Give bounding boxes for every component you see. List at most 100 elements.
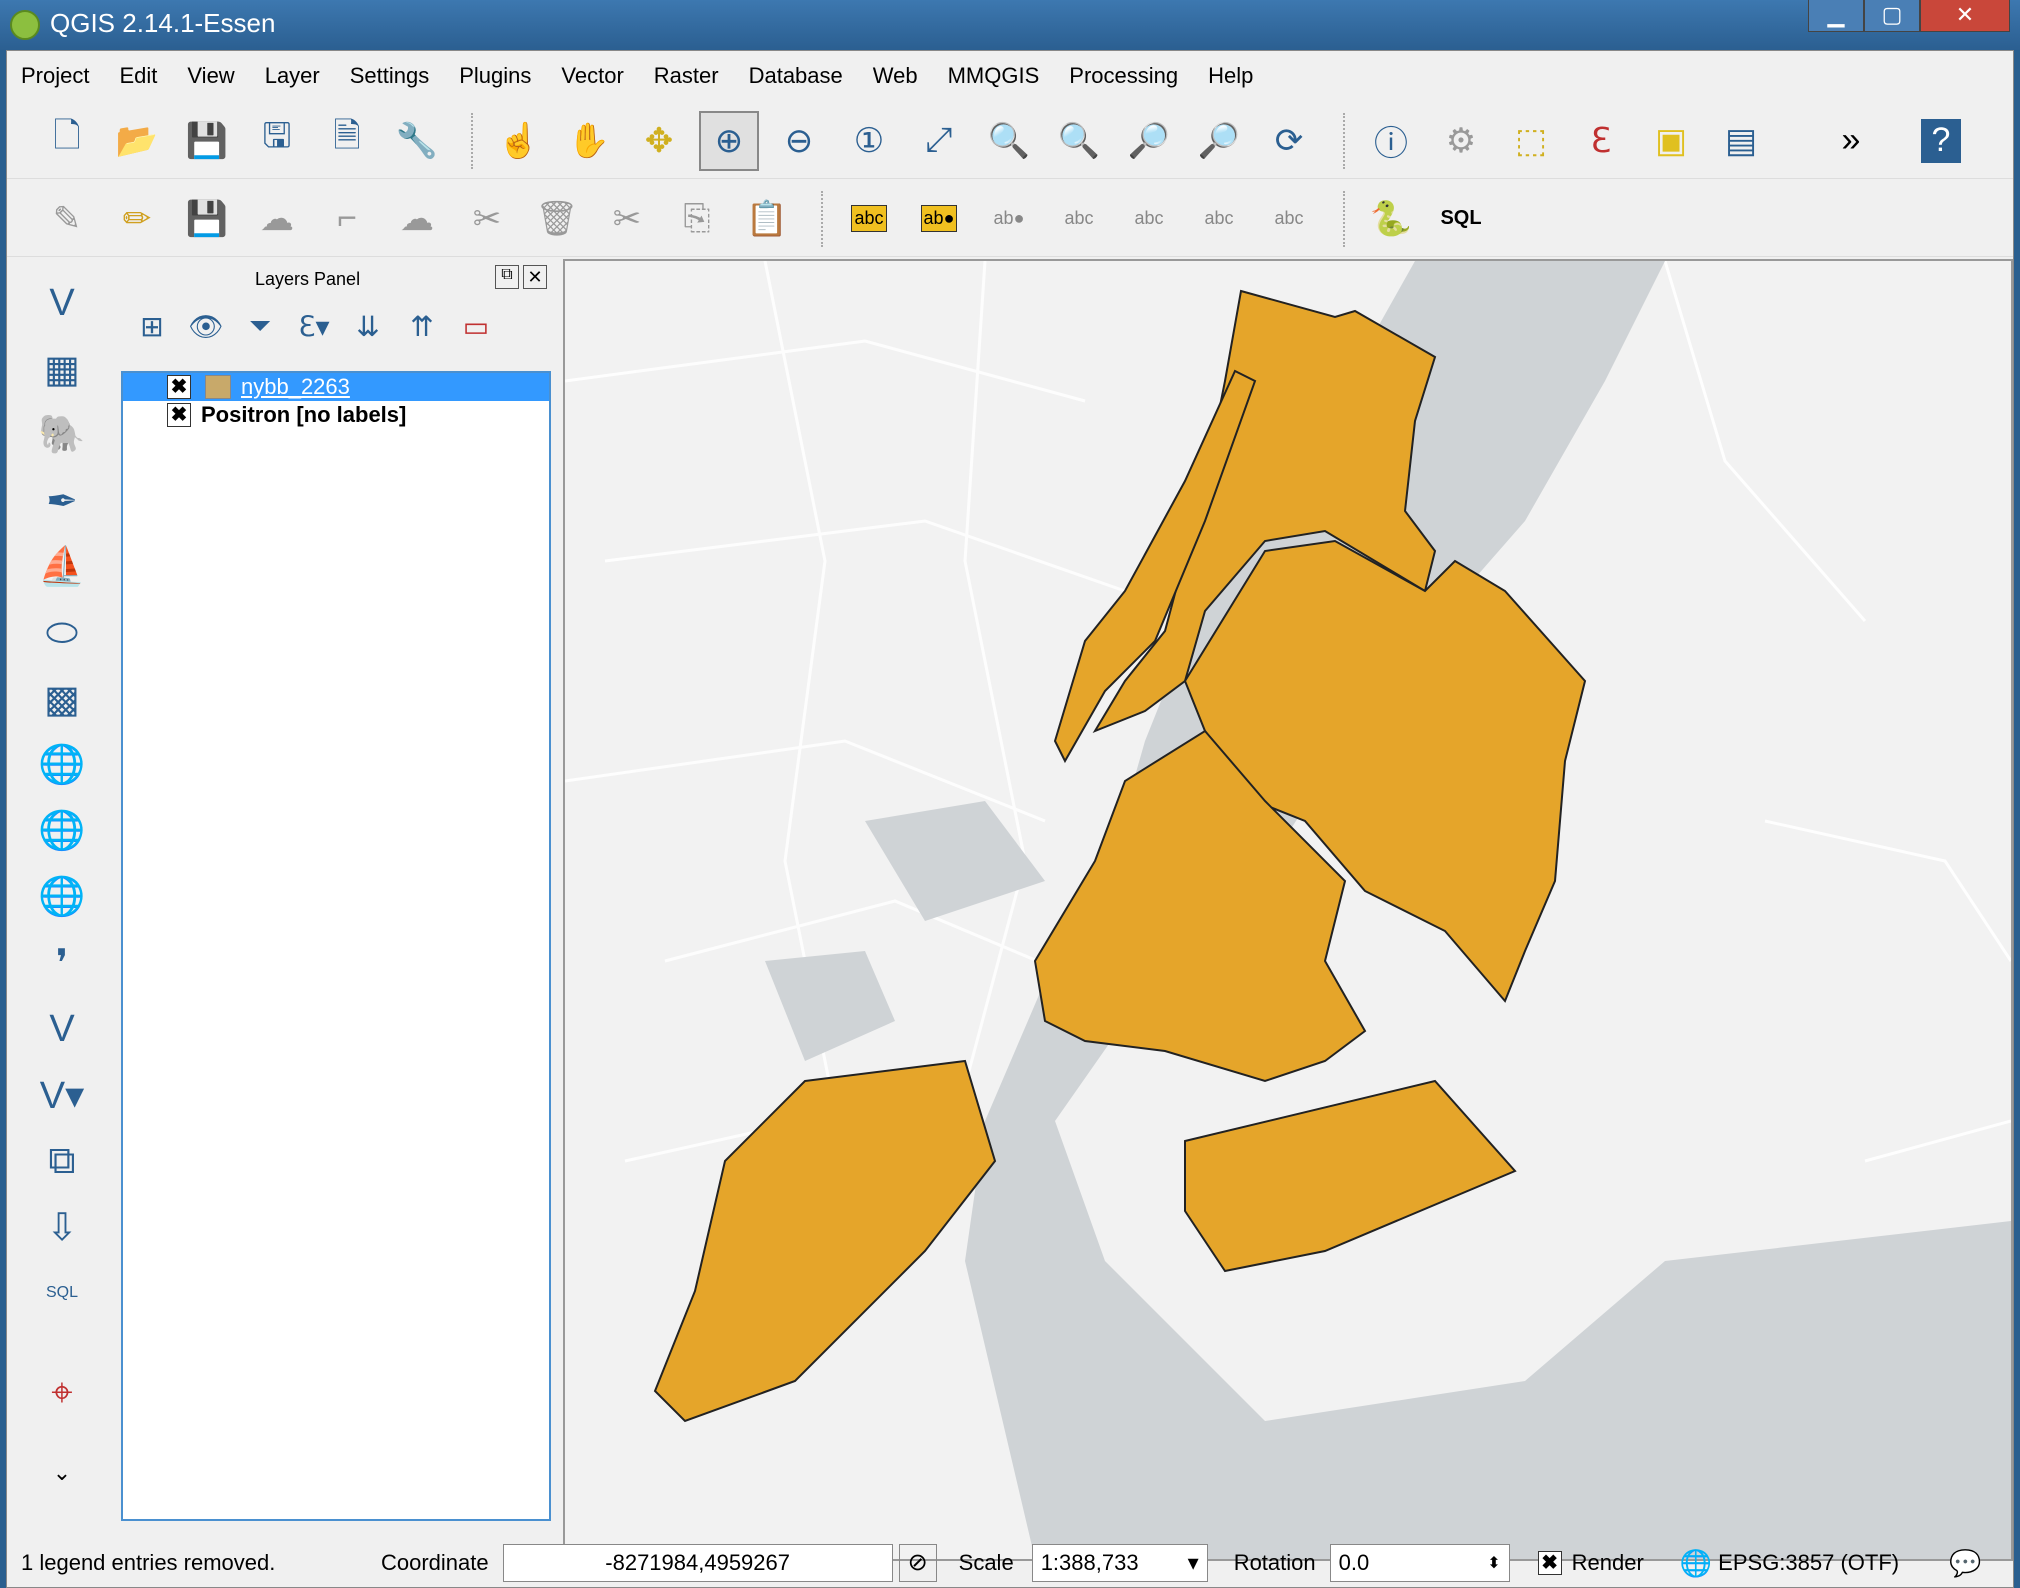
move-feature-icon[interactable]: ☁ xyxy=(387,189,447,249)
add-oracle-layer-icon[interactable]: ⬭ xyxy=(27,603,97,663)
expand-toolbar-icon[interactable]: ⌄ xyxy=(27,1443,97,1503)
filter-expression-icon[interactable]: ℇ▾ xyxy=(287,310,341,343)
menu-processing[interactable]: Processing xyxy=(1069,63,1178,89)
delete-selected-icon[interactable]: 🗑 xyxy=(527,189,587,249)
remove-layer-icon[interactable]: ▭ xyxy=(449,310,503,343)
crs-status[interactable]: EPSG:3857 (OTF) xyxy=(1718,1550,1899,1576)
menu-raster[interactable]: Raster xyxy=(654,63,719,89)
new-shapefile-icon[interactable]: V▾ xyxy=(27,1065,97,1125)
add-wfs-layer-icon[interactable]: 🌐 xyxy=(27,867,97,927)
close-button[interactable]: ✕ xyxy=(1920,0,2010,32)
rotation-spinbox[interactable]: 0.0 ⬍ xyxy=(1329,1544,1510,1582)
add-postgis-layer-icon[interactable]: 🐘 xyxy=(27,405,97,465)
create-layer-icon[interactable]: ⇩ xyxy=(27,1197,97,1257)
add-vector-layer-icon[interactable]: V xyxy=(27,273,97,333)
new-print-composer-icon[interactable]: 🗎 xyxy=(317,111,377,171)
run-action-icon[interactable]: ⚙ xyxy=(1431,111,1491,171)
menu-vector[interactable]: Vector xyxy=(561,63,623,89)
expand-all-icon[interactable]: ⇊ xyxy=(341,310,395,343)
node-edit-icon[interactable]: ✂ xyxy=(457,189,517,249)
coordinate-field[interactable]: -8271984,4959267 xyxy=(502,1544,893,1582)
scale-combo[interactable]: 1:388,733 ▾ xyxy=(1031,1544,1208,1582)
zoom-next-icon[interactable]: 🔎 xyxy=(1189,111,1249,171)
menu-web[interactable]: Web xyxy=(873,63,918,89)
select-by-expression-icon[interactable]: ℇ xyxy=(1571,111,1631,171)
cut-features-icon[interactable]: ✂ xyxy=(597,189,657,249)
label-change-icon[interactable]: abc xyxy=(1259,189,1319,249)
zoom-in-icon[interactable]: ⊕ xyxy=(699,110,759,171)
add-wcs-layer-icon[interactable]: 🌐 xyxy=(27,801,97,861)
pan-to-selection-icon[interactable]: ✥ xyxy=(629,111,689,171)
layer-visibility-checkbox[interactable]: ✖ xyxy=(167,403,191,427)
zoom-full-icon[interactable]: ⤢ xyxy=(909,111,969,171)
add-spatialite-layer-icon[interactable]: ✒ xyxy=(27,471,97,531)
add-wms-layer-icon[interactable]: 🌐 xyxy=(27,735,97,795)
current-edits-icon[interactable]: ✎ xyxy=(37,189,97,249)
menu-view[interactable]: View xyxy=(187,63,234,89)
add-delimited-text-icon[interactable]: ❜ xyxy=(27,933,97,993)
messages-icon[interactable]: 💬 xyxy=(1949,1548,1981,1579)
close-panel-icon[interactable]: ✕ xyxy=(523,265,547,289)
label-tool-icon[interactable]: abc xyxy=(839,189,899,249)
db-manager-sql-icon[interactable]: SQL xyxy=(1431,189,1491,249)
refresh-icon[interactable]: ⟳ xyxy=(1259,111,1319,171)
save-as-icon[interactable]: 🖫 xyxy=(247,111,307,171)
label-rotate-icon[interactable]: abc xyxy=(1189,189,1249,249)
filter-legend-icon[interactable]: ⏷ xyxy=(233,310,287,343)
render-checkbox[interactable]: ✖ xyxy=(1537,1551,1562,1575)
minimize-button[interactable]: ▁ xyxy=(1808,0,1864,32)
manage-visibility-icon[interactable]: 👁 xyxy=(179,310,233,343)
toggle-extents-icon[interactable]: ⊘ xyxy=(898,1544,937,1582)
menu-plugins[interactable]: Plugins xyxy=(459,63,531,89)
pan-map-icon[interactable]: ✋ xyxy=(559,111,619,171)
toggle-editing-icon[interactable]: ✏ xyxy=(107,189,167,249)
spin-arrows-icon[interactable]: ⬍ xyxy=(1487,1553,1500,1573)
collapse-all-icon[interactable]: ⇈ xyxy=(395,310,449,343)
layer-row-nybb[interactable]: ✖ nybb_2263 xyxy=(123,373,549,401)
chevron-down-icon[interactable]: ▾ xyxy=(1188,1550,1199,1576)
menu-edit[interactable]: Edit xyxy=(119,63,157,89)
paste-features-icon[interactable]: 📋 xyxy=(737,189,797,249)
menu-settings[interactable]: Settings xyxy=(350,63,430,89)
add-db2-layer-icon[interactable]: ▩ xyxy=(27,669,97,729)
crosshair-tool-icon[interactable]: ⌖ xyxy=(27,1363,97,1423)
layer-visibility-checkbox[interactable]: ✖ xyxy=(167,375,191,399)
help-icon[interactable]: ? xyxy=(1921,118,1961,163)
open-project-icon[interactable]: 📂 xyxy=(107,111,167,171)
maximize-button[interactable]: ▢ xyxy=(1864,0,1920,32)
label-highlight-icon[interactable]: ab● xyxy=(979,189,1039,249)
undock-panel-icon[interactable]: ⧉ xyxy=(495,265,519,289)
identify-icon[interactable]: ⓘ xyxy=(1361,111,1421,171)
map-canvas[interactable] xyxy=(563,259,2013,1561)
menu-project[interactable]: Project xyxy=(21,63,89,89)
add-group-icon[interactable]: ⊞ xyxy=(125,310,179,343)
add-raster-layer-icon[interactable]: ▦ xyxy=(27,339,97,399)
zoom-layer-icon[interactable]: 🔍 xyxy=(1049,111,1109,171)
layer-row-positron[interactable]: ✖ Positron [no labels] xyxy=(123,401,549,429)
crs-globe-icon[interactable]: 🌐 xyxy=(1680,1548,1712,1579)
copy-features-icon[interactable]: ⎘ xyxy=(667,189,727,249)
attribute-table-icon[interactable]: ▤ xyxy=(1711,111,1771,171)
new-gpx-layer-icon[interactable]: ⧉ xyxy=(27,1131,97,1191)
add-virtual-layer-icon[interactable]: V xyxy=(27,999,97,1059)
save-project-icon[interactable]: 💾 xyxy=(177,111,237,171)
more-tools-icon[interactable]: » xyxy=(1821,111,1881,171)
select-features-icon[interactable]: ⬚ xyxy=(1501,111,1561,171)
add-feature-icon[interactable]: ☁ xyxy=(247,189,307,249)
node-tool-icon[interactable]: ⌐ xyxy=(317,189,377,249)
zoom-native-icon[interactable]: ① xyxy=(839,111,899,171)
label-pin-icon[interactable]: ab● xyxy=(909,189,969,249)
label-show-hide-icon[interactable]: abc xyxy=(1049,189,1109,249)
touch-zoom-icon[interactable]: ☝ xyxy=(489,111,549,171)
menu-help[interactable]: Help xyxy=(1208,63,1253,89)
save-edits-icon[interactable]: 💾 xyxy=(177,189,237,249)
sql-layer-icon[interactable]: SQL xyxy=(27,1263,97,1323)
new-project-icon[interactable]: 🗋 xyxy=(37,111,97,171)
deselect-icon[interactable]: ▣ xyxy=(1641,111,1701,171)
add-mssql-layer-icon[interactable]: ⛵ xyxy=(27,537,97,597)
menu-layer[interactable]: Layer xyxy=(265,63,320,89)
zoom-last-icon[interactable]: 🔎 xyxy=(1119,111,1179,171)
label-move-icon[interactable]: abc xyxy=(1119,189,1179,249)
menu-database[interactable]: Database xyxy=(749,63,843,89)
menu-mmqgis[interactable]: MMQGIS xyxy=(948,63,1040,89)
